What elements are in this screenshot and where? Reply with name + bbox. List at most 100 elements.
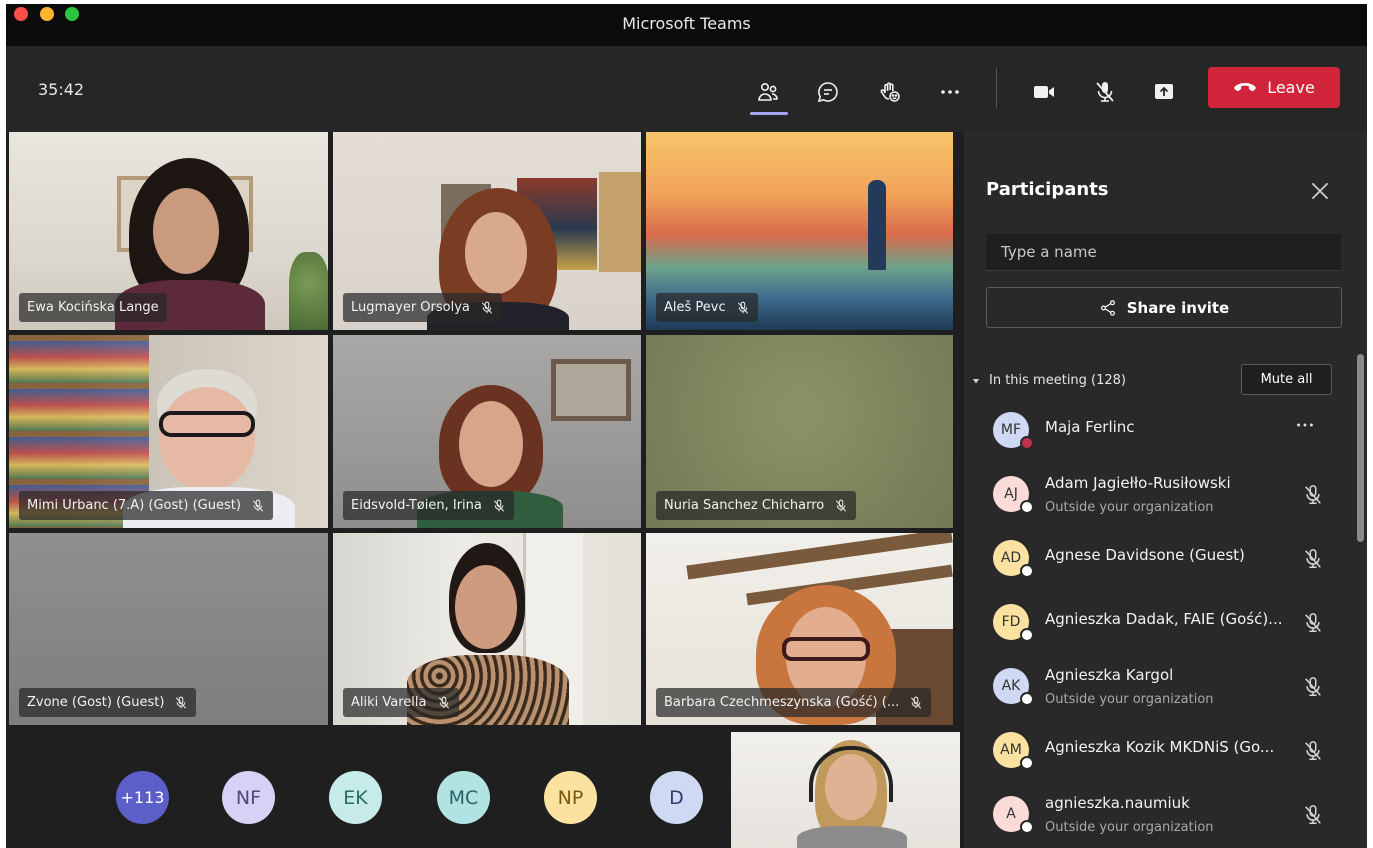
presence-badge — [1020, 628, 1034, 642]
share-invite-button[interactable]: Share invite — [986, 287, 1342, 328]
participant-subtitle: Outside your organization — [1045, 500, 1214, 515]
overflow-participants-button[interactable]: +113 — [116, 771, 169, 824]
presence-badge — [1020, 500, 1034, 514]
mic-muted-icon — [911, 696, 922, 709]
participant-mic-status[interactable] — [1302, 804, 1324, 826]
camera-toggle-button[interactable] — [1024, 72, 1064, 112]
in-meeting-section-toggle[interactable]: In this meeting (128) — [972, 373, 1126, 388]
participant-more-button[interactable] — [1294, 414, 1316, 441]
meeting-control-bar: 35:42 Leave — [6, 46, 1367, 132]
video-tile[interactable]: Zvone (Gost) (Guest) — [9, 533, 328, 725]
video-tile[interactable]: Eidsvold-Tøien, Irina — [333, 335, 641, 528]
participant-name: Agnese Davidsone (Guest) — [1045, 546, 1245, 564]
toolbar-divider — [996, 68, 997, 108]
panel-scrollbar[interactable] — [1357, 354, 1364, 542]
mute-all-button[interactable]: Mute all — [1241, 364, 1332, 395]
participant-row[interactable]: FD Agnieszka Dadak, FAIE (Gość)... — [964, 590, 1354, 654]
self-view-video[interactable] — [731, 732, 960, 848]
people-icon — [758, 82, 778, 101]
mic-muted-icon — [737, 301, 748, 314]
mic-toggle-button[interactable] — [1085, 72, 1125, 112]
participant-mic-status[interactable] — [1302, 740, 1324, 762]
participant-mic-status[interactable] — [1302, 484, 1324, 506]
houseplant — [289, 252, 328, 330]
participant-subtitle: Outside your organization — [1045, 692, 1214, 707]
video-tile[interactable]: Ewa Kocińska Lange — [9, 132, 328, 330]
participant-nametag: Aliki Varella — [343, 688, 459, 717]
more-options-icon — [1297, 423, 1313, 427]
mic-muted-icon — [481, 301, 492, 314]
participants-panel: Participants Share invite In this meetin… — [964, 132, 1367, 848]
mic-muted-icon — [1305, 549, 1321, 568]
panel-title: Participants — [986, 179, 1109, 200]
close-panel-button[interactable] — [1307, 178, 1333, 204]
caret-down-icon — [972, 378, 980, 383]
participant-row[interactable]: Aagnieszka.naumiuk Outside your organizat… — [964, 782, 1354, 846]
participant-name: Agnieszka Dadak, FAIE (Gość)... — [1045, 610, 1283, 628]
share-content-button[interactable] — [1144, 72, 1184, 112]
raise-hand-icon — [880, 82, 900, 102]
participant-search-input[interactable] — [986, 234, 1341, 271]
leave-button[interactable]: Leave — [1208, 67, 1340, 108]
active-tab-indicator — [750, 112, 788, 115]
wall-painting — [599, 172, 641, 272]
presence-badge — [1020, 436, 1034, 450]
mic-muted-icon — [1305, 485, 1321, 504]
mic-muted-icon — [438, 696, 449, 709]
participant-avatar[interactable]: EK — [329, 771, 382, 824]
phone-hangup-icon — [1234, 82, 1256, 91]
raise-hand-button[interactable] — [870, 72, 910, 112]
mic-muted-icon — [176, 696, 187, 709]
participant-avatar[interactable]: NP — [544, 771, 597, 824]
video-tile[interactable]: Mimi Urbanc (7.A) (Gost) (Guest) — [9, 335, 328, 528]
show-conversation-button[interactable] — [808, 72, 848, 112]
mic-muted-icon — [1305, 741, 1321, 760]
mic-muted-icon — [1305, 677, 1321, 696]
participant-avatar[interactable]: D — [650, 771, 703, 824]
more-options-icon — [941, 90, 959, 94]
participant-mic-status[interactable] — [1302, 612, 1324, 634]
participant-nametag: Aleš Pevc — [656, 293, 758, 322]
mic-muted-icon — [1305, 613, 1321, 632]
close-icon — [1311, 182, 1329, 200]
show-participants-button[interactable] — [748, 72, 788, 112]
participant-row[interactable]: MF Maja Ferlinc — [964, 398, 1354, 462]
participant-subtitle: Outside your organization — [1045, 820, 1214, 835]
presence-badge — [1020, 692, 1034, 706]
mic-muted-icon — [252, 499, 263, 512]
participant-nametag: Zvone (Gost) (Guest) — [19, 688, 197, 717]
participant-mic-status[interactable] — [1302, 676, 1324, 698]
participant-avatar[interactable]: MC — [437, 771, 490, 824]
mic-muted-icon — [493, 499, 504, 512]
leave-label: Leave — [1267, 78, 1315, 97]
title-bar: Microsoft Teams — [6, 4, 1367, 46]
video-tile[interactable]: Barbara Czechmeszynska (Gość) (... — [646, 533, 953, 725]
video-tile[interactable]: Aleš Pevc — [646, 132, 953, 330]
video-tile[interactable]: Lugmayer Orsolya — [333, 132, 641, 330]
teams-window: Microsoft Teams 35:42 Leave Ewa Kocińska… — [6, 4, 1367, 848]
participant-nametag: Eidsvold-Tøien, Irina — [343, 491, 514, 520]
presence-badge — [1020, 820, 1034, 834]
video-tile[interactable]: Aliki Varella — [333, 533, 641, 725]
participant-name: Agnieszka Kozik MKDNiS (Go... — [1045, 738, 1275, 756]
participant-name: Agnieszka Kargol — [1045, 666, 1174, 684]
mic-muted-icon — [836, 499, 847, 512]
mic-muted-icon — [1305, 805, 1321, 824]
video-tile[interactable]: Nuria Sanchez Chicharro — [646, 335, 953, 528]
participant-mic-status[interactable] — [1302, 548, 1324, 570]
background-figure — [868, 180, 886, 270]
participant-nametag: Lugmayer Orsolya — [343, 293, 502, 322]
mic-muted-icon — [1096, 82, 1114, 102]
more-actions-button[interactable] — [930, 72, 970, 112]
participant-row[interactable]: AK Agnieszka Kargol Outside your organizat… — [964, 654, 1354, 718]
participant-row[interactable]: AM Agnieszka Kozik MKDNiS (Go... — [964, 718, 1354, 782]
participant-row[interactable]: AJ Adam Jagiełło-Rusiłowski Outside your o… — [964, 462, 1354, 526]
participant-row[interactable]: AD Agnese Davidsone (Guest) — [964, 526, 1354, 590]
chat-icon — [817, 82, 838, 103]
participant-nametag: Nuria Sanchez Chicharro — [656, 491, 857, 520]
participant-nametag: Ewa Kocińska Lange — [19, 293, 167, 322]
share-screen-icon — [1155, 84, 1173, 99]
glasses — [159, 411, 255, 437]
share-icon — [1100, 299, 1115, 316]
participant-avatar[interactable]: NF — [222, 771, 275, 824]
